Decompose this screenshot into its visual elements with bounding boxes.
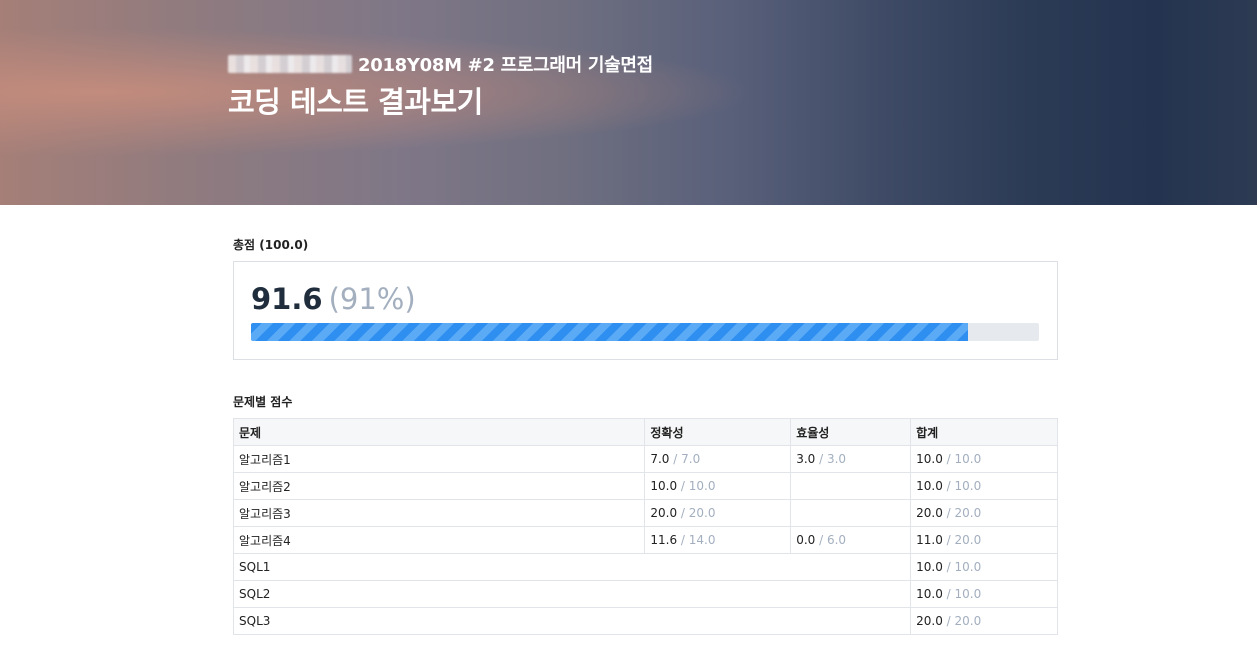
column-header-problem: 문제 <box>232 418 646 446</box>
problem-name: 알고리즘1 <box>232 445 646 473</box>
total-score-card: 91.6 (91%) <box>233 261 1058 360</box>
accuracy-score: 10.0 / 10.0 <box>644 472 792 500</box>
total-score-value: 91.6 <box>251 282 323 316</box>
efficiency-score <box>790 472 912 500</box>
score-progress-bar <box>251 323 1039 341</box>
efficiency-score <box>790 499 912 527</box>
table-row: 알고리즘4 11.6 / 14.0 0.0 / 6.0 11.0 / 20.0 <box>232 526 1058 554</box>
subtitle-row: 2018Y08M #2 프로그래머 기술면접 <box>228 51 653 77</box>
problem-name: SQL1 <box>232 553 912 581</box>
efficiency-score: 3.0 / 3.0 <box>790 445 912 473</box>
total-score: 10.0 / 10.0 <box>910 553 1058 581</box>
problem-name: 알고리즘4 <box>232 526 646 554</box>
test-subtitle: 2018Y08M #2 프로그래머 기술면접 <box>358 55 653 76</box>
accuracy-score: 7.0 / 7.0 <box>644 445 792 473</box>
accuracy-score: 20.0 / 20.0 <box>644 499 792 527</box>
efficiency-score: 0.0 / 6.0 <box>790 526 912 554</box>
table-row: 알고리즘2 10.0 / 10.0 10.0 / 10.0 <box>232 472 1058 500</box>
total-score-label: 총점 (100.0) <box>233 238 309 252</box>
score-progress-fill <box>251 323 969 341</box>
table-header-row: 문제 정확성 효율성 합계 <box>232 418 1058 446</box>
total-score: 10.0 / 10.0 <box>910 472 1058 500</box>
problem-name: SQL2 <box>232 580 912 608</box>
total-score: 10.0 / 10.0 <box>910 445 1058 473</box>
total-score-percent: (91%) <box>328 282 416 316</box>
total-score: 20.0 / 20.0 <box>910 607 1058 635</box>
header-banner: 2018Y08M #2 프로그래머 기술면접 코딩 테스트 결과보기 <box>0 0 1257 205</box>
table-row: SQL2 10.0 / 10.0 <box>232 580 1058 608</box>
table-row: 알고리즘3 20.0 / 20.0 20.0 / 20.0 <box>232 499 1058 527</box>
table-row: SQL3 20.0 / 20.0 <box>232 607 1058 635</box>
problem-scores-label: 문제별 점수 <box>233 395 293 409</box>
problem-name: 알고리즘3 <box>232 499 646 527</box>
table-row: 알고리즘1 7.0 / 7.0 3.0 / 3.0 10.0 / 10.0 <box>232 445 1058 473</box>
column-header-total: 합계 <box>910 418 1058 446</box>
redacted-company-name <box>228 55 352 73</box>
total-score: 11.0 / 20.0 <box>910 526 1058 554</box>
column-header-accuracy: 정확성 <box>644 418 792 446</box>
total-score: 10.0 / 10.0 <box>910 580 1058 608</box>
score-line: 91.6 (91%) <box>251 282 416 316</box>
problem-name: SQL3 <box>232 607 912 635</box>
page-title: 코딩 테스트 결과보기 <box>228 85 483 119</box>
total-score: 20.0 / 20.0 <box>910 499 1058 527</box>
main-content: 총점 (100.0) 91.6 (91%) 문제별 점수 문제 정확성 효율성 합… <box>232 205 1058 635</box>
problem-name: 알고리즘2 <box>232 472 646 500</box>
accuracy-score: 11.6 / 14.0 <box>644 526 792 554</box>
problem-scores-table: 문제 정확성 효율성 합계 알고리즘1 7.0 / 7.0 3.0 / 3.0 … <box>232 418 1058 635</box>
header-content: 2018Y08M #2 프로그래머 기술면접 코딩 테스트 결과보기 <box>228 51 653 121</box>
column-header-efficiency: 효율성 <box>790 418 912 446</box>
table-row: SQL1 10.0 / 10.0 <box>232 553 1058 581</box>
